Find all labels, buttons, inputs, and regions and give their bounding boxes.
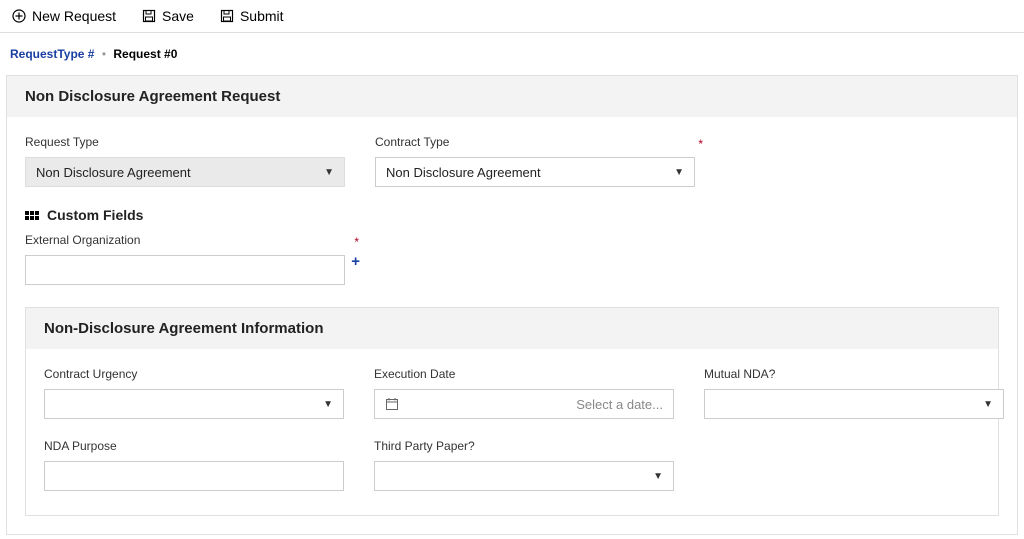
contract-urgency-field: Contract Urgency ▼ <box>44 367 344 419</box>
nda-purpose-input-wrapper <box>44 461 344 491</box>
external-org-input[interactable] <box>36 256 334 284</box>
panel-title: Non Disclosure Agreement Request <box>7 76 1017 117</box>
third-party-select[interactable]: ▼ <box>374 461 674 491</box>
plus-circle-icon <box>12 9 26 23</box>
contract-type-label: Contract Type <box>375 135 695 149</box>
submit-icon <box>220 9 234 23</box>
breadcrumb-current: Request #0 <box>113 47 177 61</box>
breadcrumb-type-link[interactable]: RequestType # <box>10 47 94 61</box>
third-party-field: Third Party Paper? ▼ <box>374 439 674 491</box>
execution-date-field: Execution Date Select a date... <box>374 367 674 419</box>
breadcrumb: RequestType # • Request #0 <box>0 33 1024 71</box>
chevron-down-icon: ▼ <box>323 399 333 410</box>
mutual-nda-select[interactable]: ▼ <box>704 389 1004 419</box>
plus-icon[interactable]: + <box>351 253 360 270</box>
custom-fields-header: Custom Fields <box>25 207 999 223</box>
contract-type-select[interactable]: Non Disclosure Agreement ▼ <box>375 157 695 187</box>
request-type-value: Non Disclosure Agreement <box>36 165 191 180</box>
calendar-icon <box>385 397 399 411</box>
mutual-nda-label: Mutual NDA? <box>704 367 1004 381</box>
custom-fields-title: Custom Fields <box>47 207 143 223</box>
request-type-field: Request Type Non Disclosure Agreement ▼ <box>25 135 345 187</box>
external-org-label: External Organization <box>25 233 345 247</box>
submit-label: Submit <box>240 8 284 24</box>
nda-purpose-label: NDA Purpose <box>44 439 344 453</box>
contract-urgency-select[interactable]: ▼ <box>44 389 344 419</box>
contract-type-value: Non Disclosure Agreement <box>386 165 541 180</box>
execution-date-placeholder: Select a date... <box>576 397 663 412</box>
chevron-down-icon: ▼ <box>674 167 684 178</box>
execution-date-input[interactable]: Select a date... <box>374 389 674 419</box>
nda-info-title: Non-Disclosure Agreement Information <box>26 308 998 349</box>
save-label: Save <box>162 8 194 24</box>
grid-icon <box>25 211 39 220</box>
external-org-field: External Organization * + <box>25 233 345 285</box>
nda-purpose-field: NDA Purpose <box>44 439 344 491</box>
required-icon: * <box>354 235 359 249</box>
contract-urgency-label: Contract Urgency <box>44 367 344 381</box>
spacer <box>704 439 1004 491</box>
mutual-nda-field: Mutual NDA? ▼ <box>704 367 1004 419</box>
external-org-input-wrapper <box>25 255 345 285</box>
new-request-button[interactable]: New Request <box>12 8 116 24</box>
request-type-label: Request Type <box>25 135 345 149</box>
required-icon: * <box>698 137 703 151</box>
third-party-label: Third Party Paper? <box>374 439 674 453</box>
nda-info-body: Contract Urgency ▼ Execution Date Select… <box>26 349 998 515</box>
request-type-select[interactable]: Non Disclosure Agreement ▼ <box>25 157 345 187</box>
execution-date-label: Execution Date <box>374 367 674 381</box>
nda-info-panel: Non-Disclosure Agreement Information Con… <box>25 307 999 516</box>
panel-body: Request Type Non Disclosure Agreement ▼ … <box>7 117 1017 534</box>
submit-button[interactable]: Submit <box>220 8 284 24</box>
save-icon <box>142 9 156 23</box>
breadcrumb-sep: • <box>102 47 106 61</box>
save-button[interactable]: Save <box>142 8 194 24</box>
request-panel: Non Disclosure Agreement Request Request… <box>6 75 1018 535</box>
toolbar: New Request Save Submit <box>0 0 1024 33</box>
nda-purpose-input[interactable] <box>55 462 333 490</box>
new-request-label: New Request <box>32 8 116 24</box>
contract-type-field: Contract Type * Non Disclosure Agreement… <box>375 135 695 187</box>
chevron-down-icon: ▼ <box>983 399 993 410</box>
chevron-down-icon: ▼ <box>324 167 334 178</box>
chevron-down-icon: ▼ <box>653 471 663 482</box>
